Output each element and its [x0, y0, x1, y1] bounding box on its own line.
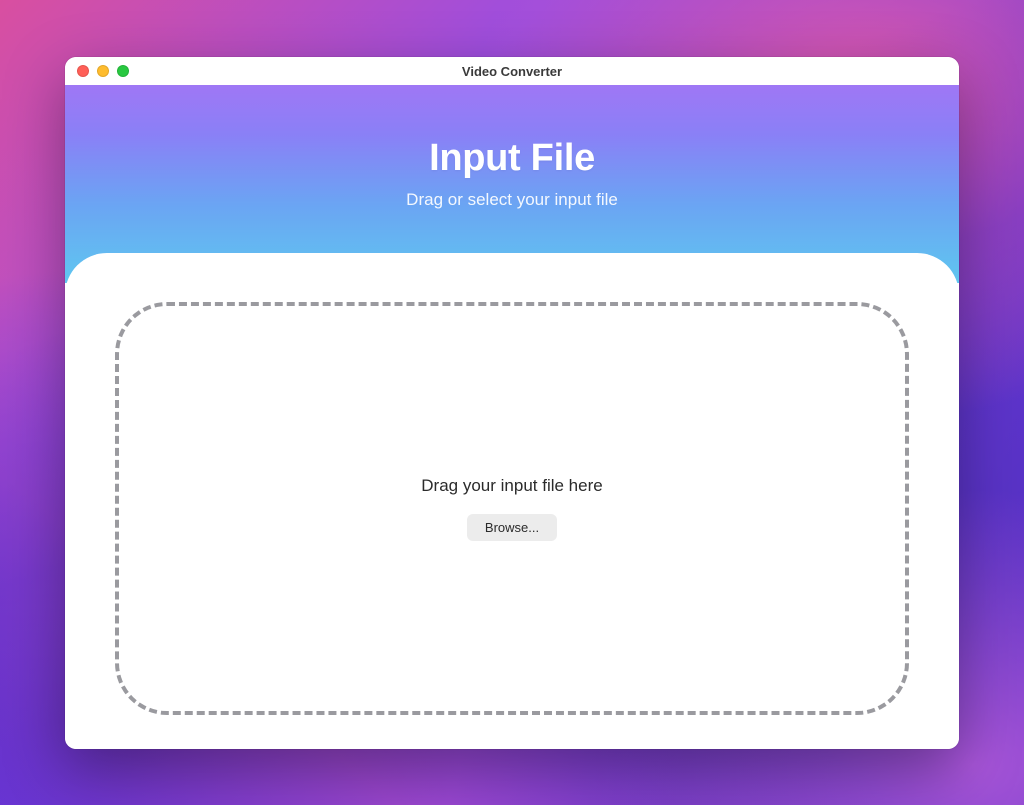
window-titlebar[interactable]: Video Converter [65, 57, 959, 85]
maximize-icon[interactable] [117, 65, 129, 77]
minimize-icon[interactable] [97, 65, 109, 77]
window-title: Video Converter [65, 64, 959, 79]
page-title: Input File [429, 137, 595, 180]
content-card: Drag your input file here Browse... [65, 253, 959, 749]
traffic-lights [65, 65, 129, 77]
page-subtitle: Drag or select your input file [406, 190, 618, 210]
browse-button[interactable]: Browse... [467, 514, 557, 541]
file-drop-zone[interactable]: Drag your input file here Browse... [115, 302, 909, 715]
drop-instruction: Drag your input file here [421, 476, 602, 496]
app-window: Video Converter Input File Drag or selec… [65, 57, 959, 749]
close-icon[interactable] [77, 65, 89, 77]
